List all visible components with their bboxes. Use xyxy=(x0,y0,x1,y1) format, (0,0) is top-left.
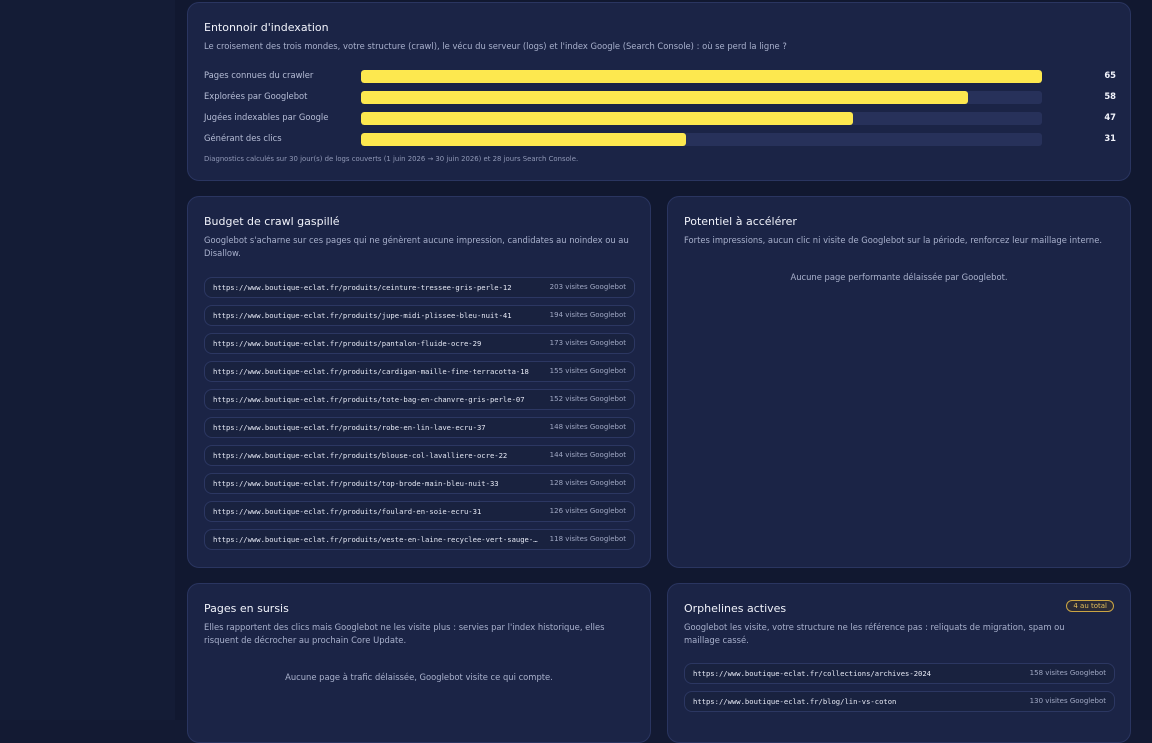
visit-count: 144 visites Googlebot xyxy=(549,451,626,459)
visit-count: 194 visites Googlebot xyxy=(549,311,626,319)
url-list-item[interactable]: https://www.boutique-eclat.fr/produits/j… xyxy=(204,305,635,326)
visit-count: 126 visites Googlebot xyxy=(549,507,626,515)
visit-count: 173 visites Googlebot xyxy=(549,339,626,347)
visit-count: 118 visites Googlebot xyxy=(549,535,626,543)
url-text: https://www.boutique-eclat.fr/produits/t… xyxy=(213,479,499,488)
url-text: https://www.boutique-eclat.fr/produits/t… xyxy=(213,395,525,404)
card-description: Fortes impressions, aucun clic ni visite… xyxy=(684,235,1103,245)
url-text: https://www.boutique-eclat.fr/produits/b… xyxy=(213,451,508,460)
url-list-item[interactable]: https://www.boutique-eclat.fr/produits/c… xyxy=(204,277,635,298)
card-title: Pages en sursis xyxy=(204,602,289,615)
url-list-item[interactable]: https://www.boutique-eclat.fr/produits/r… xyxy=(204,417,635,438)
url-list-item[interactable]: https://www.boutique-eclat.fr/produits/t… xyxy=(204,389,635,410)
wasted-crawl-budget-card: Budget de crawl gaspillé Googlebot s'ach… xyxy=(187,196,651,568)
url-list-item[interactable]: https://www.boutique-eclat.fr/produits/c… xyxy=(204,361,635,382)
card-description: Googlebot s'acharne sur ces pages qui ne… xyxy=(204,235,629,258)
funnel-label: Générant des clics xyxy=(204,133,282,143)
funnel-label: Explorées par Googlebot xyxy=(204,91,308,101)
funnel-bar-track xyxy=(361,91,1042,104)
url-list-item[interactable]: https://www.boutique-eclat.fr/produits/v… xyxy=(204,529,635,550)
visit-count: 148 visites Googlebot xyxy=(549,423,626,431)
funnel-row-indexable: Jugées indexables par Google 47 xyxy=(204,111,1116,125)
url-list-item[interactable]: https://www.boutique-eclat.fr/produits/p… xyxy=(204,333,635,354)
card-description: Le croisement des trois mondes, votre st… xyxy=(204,41,787,51)
empty-state: Aucune page performante délaissée par Go… xyxy=(790,272,1008,282)
url-text: https://www.boutique-eclat.fr/produits/v… xyxy=(213,535,538,544)
visit-count: 203 visites Googlebot xyxy=(549,283,626,291)
sidebar xyxy=(0,0,175,720)
funnel-bar-track xyxy=(361,70,1042,83)
reprieve-pages-card: Pages en sursis Elles rapportent des cli… xyxy=(187,583,651,743)
card-title: Budget de crawl gaspillé xyxy=(204,215,340,228)
card-description: Googlebot les visite, votre structure ne… xyxy=(684,622,1065,645)
visit-count: 152 visites Googlebot xyxy=(549,395,626,403)
visit-count: 128 visites Googlebot xyxy=(549,479,626,487)
indexation-funnel-card: Entonnoir d'indexation Le croisement des… xyxy=(187,2,1131,181)
card-description: Elles rapportent des clics mais Googlebo… xyxy=(204,622,605,645)
total-count-badge: 4 au total xyxy=(1066,600,1114,612)
funnel-bar-track xyxy=(361,133,1042,146)
funnel-label: Jugées indexables par Google xyxy=(204,112,329,122)
funnel-value: 58 xyxy=(1104,91,1116,101)
card-title: Orphelines actives xyxy=(684,602,787,615)
url-list-item[interactable]: https://www.boutique-eclat.fr/produits/b… xyxy=(204,445,635,466)
visit-count: 130 visites Googlebot xyxy=(1029,697,1106,705)
url-list-item[interactable]: https://www.boutique-eclat.fr/blog/lin-v… xyxy=(684,691,1115,712)
funnel-value: 47 xyxy=(1104,112,1116,122)
funnel-bar-track xyxy=(361,112,1042,125)
funnel-value: 65 xyxy=(1104,70,1116,80)
funnel-row-known: Pages connues du crawler 65 xyxy=(204,69,1116,83)
url-list: https://www.boutique-eclat.fr/produits/c… xyxy=(204,277,635,557)
main-content: Entonnoir d'indexation Le croisement des… xyxy=(175,0,1152,743)
funnel-bar-fill xyxy=(361,112,854,125)
url-text: https://www.boutique-eclat.fr/collection… xyxy=(693,669,931,678)
diagnostics-note: Diagnostics calculés sur 30 jour(s) de l… xyxy=(204,155,579,163)
funnel-row-clicks: Générant des clics 31 xyxy=(204,132,1116,146)
url-text: https://www.boutique-eclat.fr/blog/lin-v… xyxy=(693,697,897,706)
active-orphans-card: Orphelines actives 4 au total Googlebot … xyxy=(667,583,1131,743)
card-title: Entonnoir d'indexation xyxy=(204,21,329,34)
funnel-row-explored: Explorées par Googlebot 58 xyxy=(204,90,1116,104)
potential-card: Potentiel à accélérer Fortes impressions… xyxy=(667,196,1131,568)
url-list-item[interactable]: https://www.boutique-eclat.fr/produits/f… xyxy=(204,501,635,522)
funnel-bar-fill xyxy=(361,70,1042,83)
url-text: https://www.boutique-eclat.fr/produits/p… xyxy=(213,339,482,348)
url-list-item[interactable]: https://www.boutique-eclat.fr/produits/t… xyxy=(204,473,635,494)
url-text: https://www.boutique-eclat.fr/produits/c… xyxy=(213,283,512,292)
url-text: https://www.boutique-eclat.fr/produits/j… xyxy=(213,311,512,320)
visit-count: 158 visites Googlebot xyxy=(1029,669,1106,677)
visit-count: 155 visites Googlebot xyxy=(549,367,626,375)
url-list: https://www.boutique-eclat.fr/collection… xyxy=(684,663,1115,719)
url-text: https://www.boutique-eclat.fr/produits/r… xyxy=(213,423,486,432)
url-text: https://www.boutique-eclat.fr/produits/f… xyxy=(213,507,482,516)
url-text: https://www.boutique-eclat.fr/produits/c… xyxy=(213,367,529,376)
funnel-value: 31 xyxy=(1104,133,1116,143)
funnel-label: Pages connues du crawler xyxy=(204,70,314,80)
funnel-bar-fill xyxy=(361,133,686,146)
url-list-item[interactable]: https://www.boutique-eclat.fr/collection… xyxy=(684,663,1115,684)
card-title: Potentiel à accélérer xyxy=(684,215,797,228)
empty-state: Aucune page à trafic délaissée, Googlebo… xyxy=(285,672,553,682)
funnel-bar-fill xyxy=(361,91,969,104)
